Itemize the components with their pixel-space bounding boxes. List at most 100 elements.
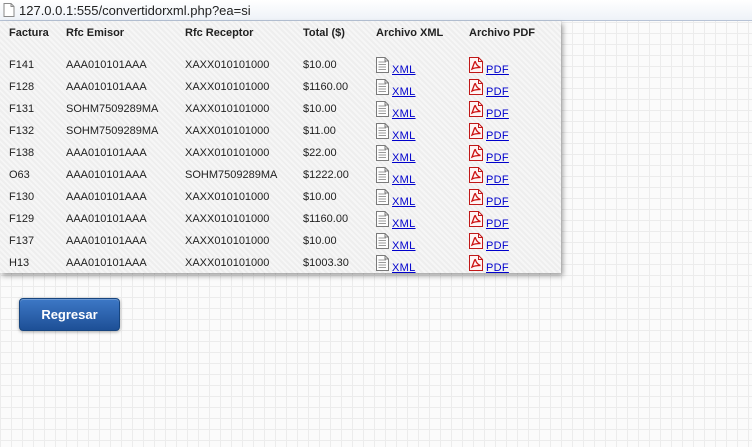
total-cell: $1160.00 [303, 81, 349, 93]
xml-download-link[interactable]: XML [392, 108, 416, 120]
document-icon [376, 57, 389, 73]
url-text[interactable]: 127.0.0.1:555/convertidorxml.php?ea=si [19, 3, 251, 18]
factura-cell: F129 [9, 213, 35, 225]
factura-cell: F131 [9, 103, 35, 115]
pdf-file-cell: PDF [469, 230, 551, 252]
pdf-file-cell: PDF [469, 208, 551, 230]
xml-download-link[interactable]: XML [392, 240, 416, 252]
table-row: F132 SOHM7509289MA XAXX010101000 $11.00 XML P… [0, 120, 551, 142]
total-cell: $10.00 [303, 103, 337, 115]
column-header-factura: Factura [9, 27, 49, 39]
pdf-icon [469, 123, 483, 139]
total-cell: $11.00 [303, 125, 336, 137]
table-header-row: Factura Rfc Emisor Rfc Receptor Total ($… [0, 21, 551, 43]
pdf-icon [469, 57, 483, 73]
rfc-emisor-cell: AAA010101AAA [66, 81, 147, 93]
xml-download-link[interactable]: XML [392, 152, 416, 164]
pdf-file-cell: PDF [469, 76, 551, 98]
total-cell: $10.00 [303, 235, 337, 247]
pdf-file-cell: PDF [469, 164, 551, 186]
xml-file-cell: XML [376, 208, 469, 230]
table-row: H13 AAA010101AAA XAXX010101000 $1003.30 XML P… [0, 252, 551, 274]
pdf-download-link[interactable]: PDF [486, 218, 509, 230]
rfc-receptor-cell: XAXX010101000 [185, 125, 270, 137]
pdf-download-link[interactable]: PDF [486, 64, 509, 76]
xml-download-link[interactable]: XML [392, 174, 416, 186]
rfc-receptor-cell: XAXX010101000 [185, 235, 270, 247]
document-icon [376, 167, 389, 183]
xml-download-link[interactable]: XML [392, 130, 416, 142]
total-cell: $22.00 [303, 147, 337, 159]
document-icon [376, 123, 389, 139]
document-icon [376, 211, 389, 227]
pdf-download-link[interactable]: PDF [486, 262, 509, 274]
pdf-file-cell: PDF [469, 142, 551, 164]
document-icon [376, 233, 389, 249]
invoice-panel: Factura Rfc Emisor Rfc Receptor Total ($… [0, 21, 561, 274]
pdf-download-link[interactable]: PDF [486, 196, 509, 208]
rfc-receptor-cell: XAXX010101000 [185, 81, 270, 93]
pdf-download-link[interactable]: PDF [486, 240, 509, 252]
rfc-receptor-cell: XAXX010101000 [185, 257, 270, 269]
factura-cell: F128 [9, 81, 35, 93]
table-row: F130 AAA010101AAA XAXX010101000 $10.00 XML PD… [0, 186, 551, 208]
xml-file-cell: XML [376, 164, 469, 186]
xml-download-link[interactable]: XML [392, 218, 416, 230]
pdf-icon [469, 255, 483, 271]
rfc-emisor-cell: AAA010101AAA [66, 213, 147, 225]
pdf-icon [469, 101, 483, 117]
factura-cell: F141 [9, 59, 35, 71]
column-header-rfc-emisor: Rfc Emisor [66, 27, 125, 39]
xml-file-cell: XML [376, 230, 469, 252]
column-header-pdf: Archivo PDF [469, 27, 536, 39]
factura-cell: F138 [9, 147, 35, 159]
document-icon [376, 189, 389, 205]
total-cell: $1222.00 [303, 169, 349, 181]
xml-file-cell: XML [376, 98, 469, 120]
page-icon [2, 3, 16, 17]
rfc-emisor-cell: SOHM7509289MA [66, 125, 159, 137]
factura-cell: O63 [9, 169, 30, 181]
pdf-download-link[interactable]: PDF [486, 108, 509, 120]
pdf-file-cell: PDF [469, 98, 551, 120]
document-icon [376, 79, 389, 95]
table-spacer [0, 43, 551, 54]
table-row: F128 AAA010101AAA XAXX010101000 $1160.00 XML… [0, 76, 551, 98]
factura-cell: F137 [9, 235, 35, 247]
pdf-file-cell: PDF [469, 186, 551, 208]
rfc-emisor-cell: AAA010101AAA [66, 147, 147, 159]
xml-file-cell: XML [376, 120, 469, 142]
rfc-emisor-cell: AAA010101AAA [66, 169, 147, 181]
rfc-receptor-cell: XAXX010101000 [185, 213, 270, 225]
rfc-emisor-cell: AAA010101AAA [66, 257, 147, 269]
pdf-download-link[interactable]: PDF [486, 86, 509, 98]
total-cell: $10.00 [303, 59, 337, 71]
back-button[interactable]: Regresar [19, 298, 120, 331]
xml-download-link[interactable]: XML [392, 64, 416, 76]
factura-cell: F130 [9, 191, 35, 203]
pdf-download-link[interactable]: PDF [486, 174, 509, 186]
factura-cell: F132 [9, 125, 35, 137]
rfc-receptor-cell: XAXX010101000 [185, 147, 270, 159]
table-row: O63 AAA010101AAA SOHM7509289MA $1222.00 XML P… [0, 164, 551, 186]
pdf-download-link[interactable]: PDF [486, 152, 509, 164]
xml-file-cell: XML [376, 186, 469, 208]
factura-cell: H13 [9, 257, 30, 269]
address-bar[interactable]: 127.0.0.1:555/convertidorxml.php?ea=si [0, 0, 752, 21]
rfc-emisor-cell: AAA010101AAA [66, 59, 147, 71]
total-cell: $10.00 [303, 191, 337, 203]
pdf-icon [469, 233, 483, 249]
rfc-emisor-cell: AAA010101AAA [66, 235, 147, 247]
column-header-total: Total ($) [303, 27, 345, 39]
xml-download-link[interactable]: XML [392, 262, 416, 274]
xml-download-link[interactable]: XML [392, 86, 416, 98]
rfc-receptor-cell: XAXX010101000 [185, 59, 270, 71]
pdf-icon [469, 145, 483, 161]
xml-download-link[interactable]: XML [392, 196, 416, 208]
pdf-file-cell: PDF [469, 54, 551, 76]
pdf-download-link[interactable]: PDF [486, 130, 509, 142]
document-icon [376, 101, 389, 117]
xml-file-cell: XML [376, 76, 469, 98]
total-cell: $1003.30 [303, 257, 349, 269]
table-row: F129 AAA010101AAA XAXX010101000 $1160.00 XML… [0, 208, 551, 230]
